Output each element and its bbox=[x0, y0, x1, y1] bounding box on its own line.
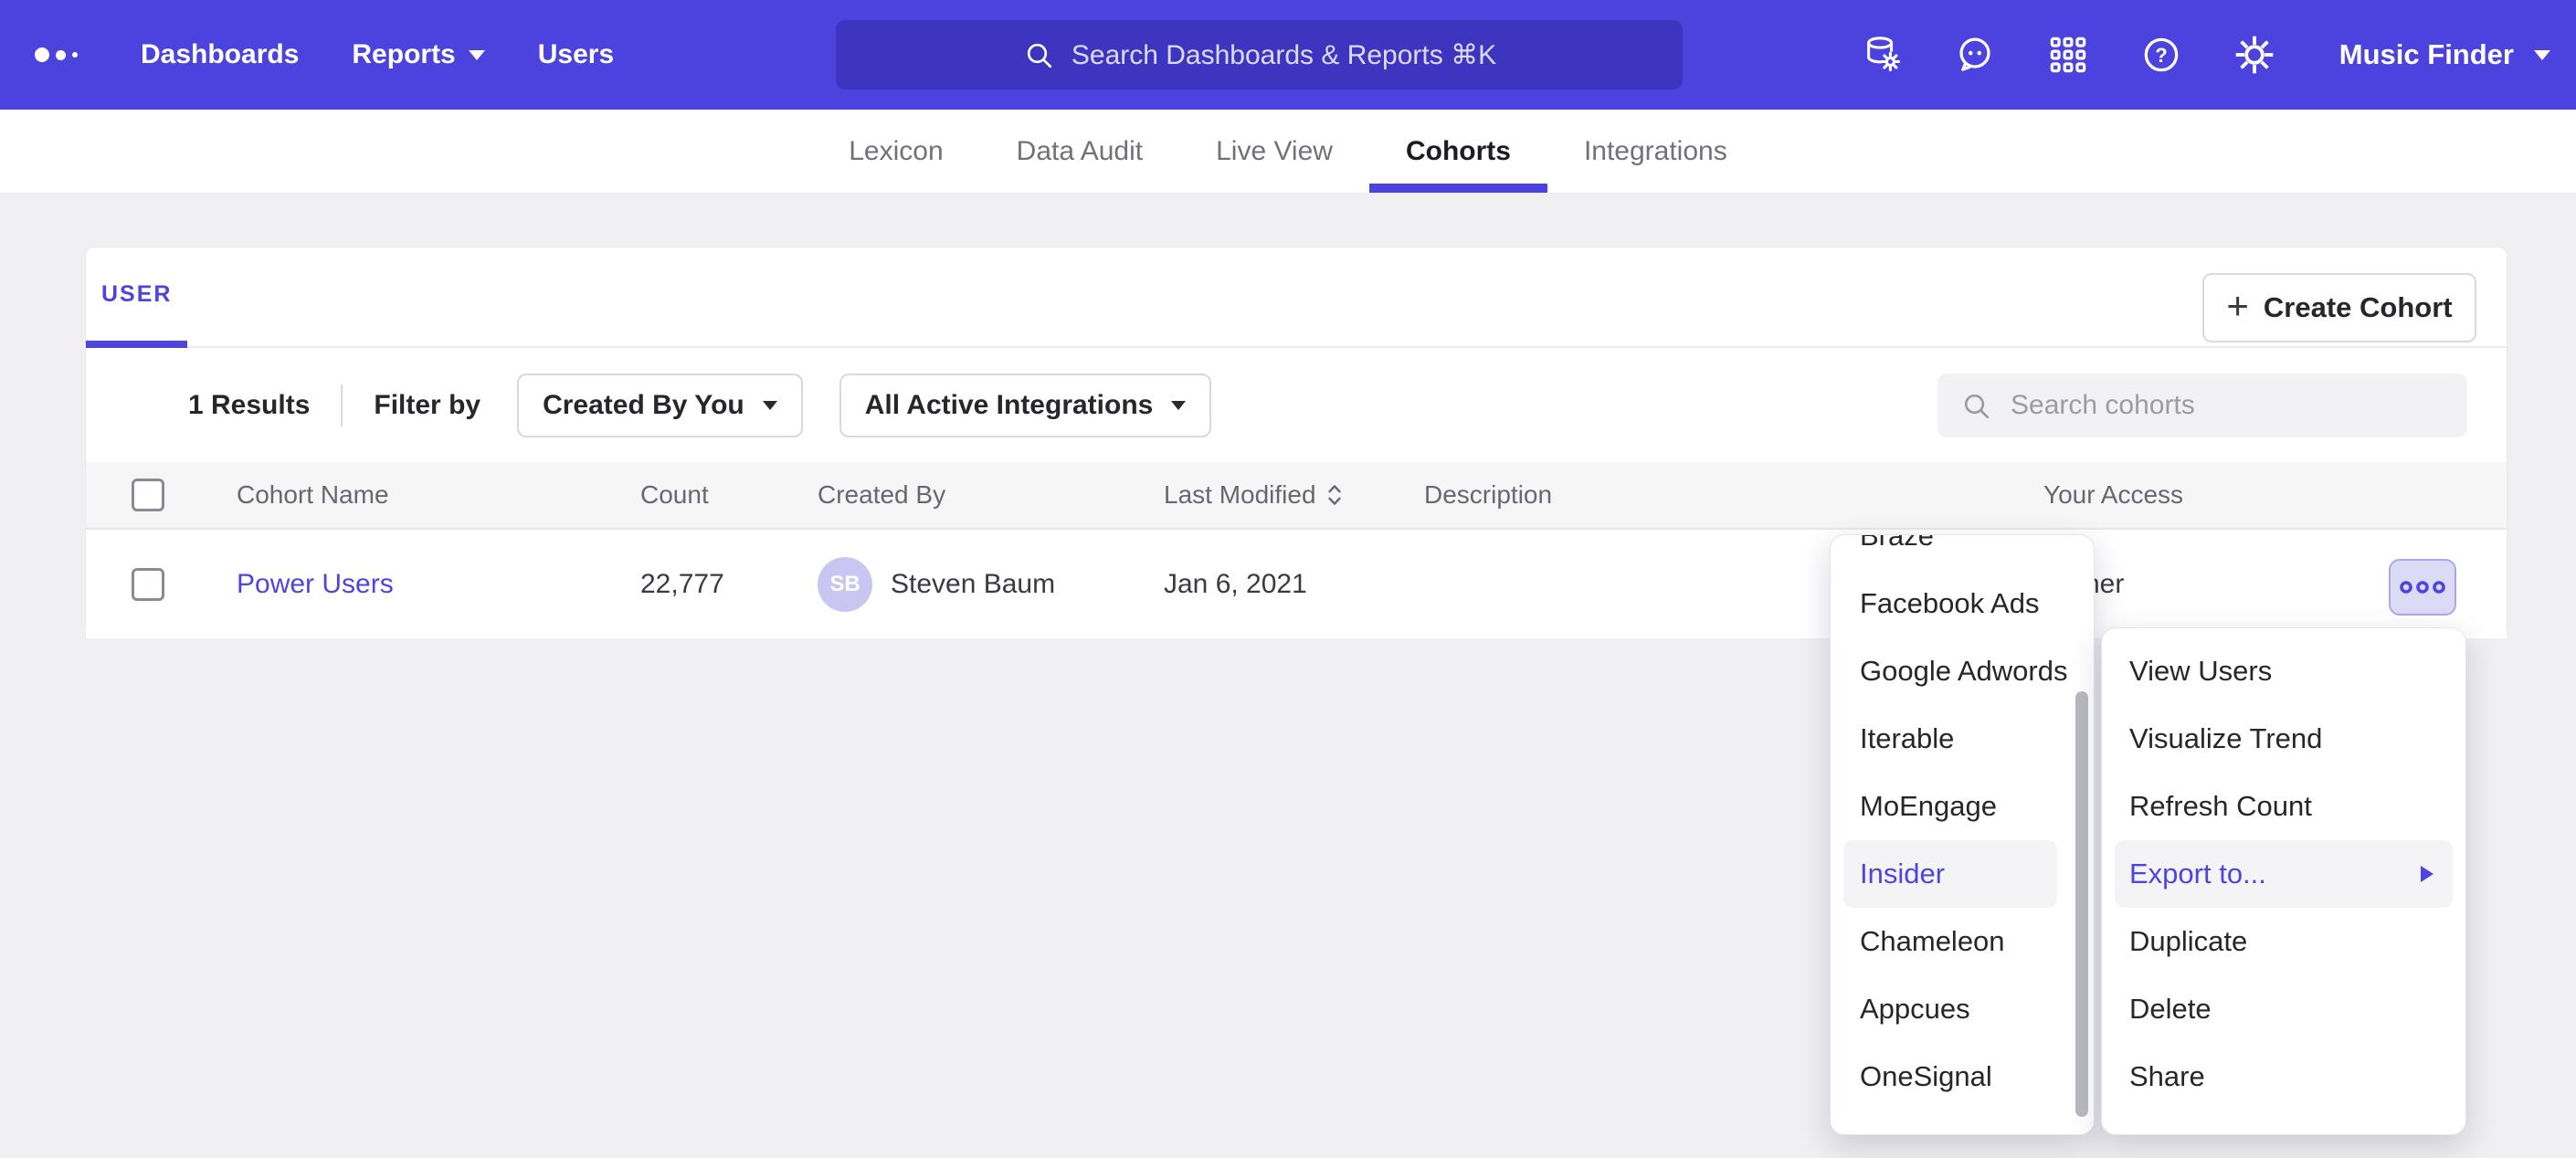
search-icon bbox=[1022, 38, 1055, 71]
nav-users[interactable]: Users bbox=[538, 39, 614, 70]
tab-integrations[interactable]: Integrations bbox=[1547, 110, 1764, 193]
integrations-filter-value: All Active Integrations bbox=[865, 390, 1154, 421]
nav-dashboards-label: Dashboards bbox=[141, 39, 299, 70]
cohort-actions-list: View Users Visualize Trend Refresh Count… bbox=[2102, 637, 2465, 1111]
project-name: Music Finder bbox=[2339, 38, 2514, 71]
plus-icon: + bbox=[2226, 287, 2249, 325]
nav-reports[interactable]: Reports bbox=[352, 39, 484, 70]
row-more-actions-button[interactable] bbox=[2389, 559, 2456, 616]
search-icon bbox=[1959, 389, 1992, 422]
cohorts-card: USER + Create Cohort 1 Results Filter by… bbox=[85, 247, 2507, 637]
col-description: Description bbox=[1424, 480, 2043, 510]
chevron-down-icon bbox=[2534, 50, 2550, 60]
help-icon[interactable]: ? bbox=[2140, 34, 2182, 76]
svg-text:?: ? bbox=[2155, 44, 2167, 67]
logo-dot-small bbox=[72, 52, 78, 58]
table-row: Power Users 22,777 SB Steven Baum Jan 6,… bbox=[86, 530, 2507, 638]
tab-live-view[interactable]: Live View bbox=[1179, 110, 1369, 193]
top-nav-actions: ? Music Finder bbox=[1861, 34, 2550, 76]
cohort-type-tabs: USER + Create Cohort bbox=[86, 247, 2507, 348]
menu-item-google-adwords[interactable]: Google Adwords bbox=[1831, 637, 2094, 705]
created-by-filter-value: Created By You bbox=[543, 390, 744, 421]
results-count: 1 Results bbox=[188, 390, 310, 421]
chevron-down-icon bbox=[469, 50, 485, 60]
chevron-down-icon bbox=[1171, 401, 1186, 410]
nav-users-label: Users bbox=[538, 39, 614, 70]
global-search-input[interactable]: Search Dashboards & Reports ⌘K bbox=[836, 20, 1683, 89]
last-modified-value: Jan 6, 2021 bbox=[1164, 569, 1424, 600]
select-all-checkbox[interactable] bbox=[132, 479, 164, 511]
primary-nav: Dashboards Reports Users bbox=[141, 39, 614, 70]
logo-dot-medium bbox=[56, 50, 66, 60]
section-tabs: Lexicon Data Audit Live View Cohorts Int… bbox=[0, 110, 2576, 194]
more-dots-icon bbox=[2394, 572, 2451, 603]
menu-item-onesignal[interactable]: OneSignal bbox=[1831, 1043, 2094, 1111]
divider bbox=[341, 384, 343, 426]
col-created-by: Created By bbox=[818, 480, 1164, 510]
integrations-filter-dropdown[interactable]: All Active Integrations bbox=[839, 374, 1212, 437]
project-switcher[interactable]: Music Finder bbox=[2339, 38, 2550, 71]
menu-item-facebook-ads[interactable]: Facebook Ads bbox=[1831, 570, 2094, 637]
tab-cohorts[interactable]: Cohorts bbox=[1369, 110, 1547, 193]
apps-grid-icon[interactable] bbox=[2047, 34, 2089, 76]
cohort-actions-menu: View Users Visualize Trend Refresh Count… bbox=[2101, 627, 2466, 1135]
menu-item-moengage[interactable]: MoEngage bbox=[1831, 773, 2094, 840]
logo-dot-large bbox=[35, 47, 49, 62]
col-last-modified-label: Last Modified bbox=[1164, 480, 1316, 510]
menu-item-chameleon[interactable]: Chameleon bbox=[1831, 908, 2094, 975]
cohort-count: 22,777 bbox=[640, 569, 704, 600]
table-header: Cohort Name Count Created By Last Modifi… bbox=[86, 462, 2507, 530]
create-cohort-label: Create Cohort bbox=[2264, 291, 2453, 324]
menu-item-refresh-count[interactable]: Refresh Count bbox=[2102, 773, 2465, 840]
sort-icon bbox=[1325, 481, 1344, 509]
tab-data-audit[interactable]: Data Audit bbox=[980, 110, 1179, 193]
create-cohort-button[interactable]: + Create Cohort bbox=[2202, 273, 2476, 342]
col-last-modified[interactable]: Last Modified bbox=[1164, 480, 1424, 510]
created-by-filter-dropdown[interactable]: Created By You bbox=[517, 374, 803, 437]
top-nav: Dashboards Reports Users Search Dashboar… bbox=[0, 0, 2576, 110]
avatar: SB bbox=[818, 557, 872, 612]
feedback-chat-icon[interactable] bbox=[1954, 34, 1996, 76]
nav-reports-label: Reports bbox=[352, 39, 455, 70]
col-count: Count bbox=[640, 480, 704, 510]
menu-item-duplicate[interactable]: Duplicate bbox=[2102, 908, 2465, 975]
cohort-name-link[interactable]: Power Users bbox=[237, 569, 394, 599]
search-cohorts-placeholder: Search cohorts bbox=[2011, 390, 2195, 421]
settings-gear-icon[interactable] bbox=[2233, 34, 2275, 76]
filter-by-label: Filter by bbox=[374, 390, 480, 421]
menu-item-iterable[interactable]: Iterable bbox=[1831, 705, 2094, 773]
tab-user-cohorts[interactable]: USER bbox=[86, 247, 187, 348]
submenu-arrow-icon bbox=[2421, 866, 2433, 882]
submenu-scrollbar[interactable] bbox=[2075, 691, 2088, 1117]
col-your-access: Your Access bbox=[2043, 480, 2507, 510]
col-cohort-name: Cohort Name bbox=[237, 480, 640, 510]
menu-item-view-users[interactable]: View Users bbox=[2102, 637, 2465, 705]
row-checkbox[interactable] bbox=[132, 568, 164, 601]
menu-item-visualize-trend[interactable]: Visualize Trend bbox=[2102, 705, 2465, 773]
menu-item-insider[interactable]: Insider bbox=[1843, 840, 2057, 908]
search-cohorts-input[interactable]: Search cohorts bbox=[1937, 374, 2467, 437]
menu-item-delete[interactable]: Delete bbox=[2102, 975, 2465, 1043]
nav-dashboards[interactable]: Dashboards bbox=[141, 39, 299, 70]
menu-item-appcues[interactable]: Appcues bbox=[1831, 975, 2094, 1043]
menu-item-export-to[interactable]: Export to... bbox=[2115, 840, 2453, 908]
chevron-down-icon bbox=[763, 401, 777, 410]
tab-lexicon[interactable]: Lexicon bbox=[812, 110, 979, 193]
created-by-name: Steven Baum bbox=[891, 569, 1055, 600]
created-by-cell: SB Steven Baum bbox=[818, 557, 1164, 612]
global-search-placeholder: Search Dashboards & Reports ⌘K bbox=[1072, 39, 1496, 71]
menu-item-share[interactable]: Share bbox=[2102, 1043, 2465, 1111]
export-destinations-list: Braze Facebook Ads Google Adwords Iterab… bbox=[1831, 534, 2094, 1111]
export-to-label: Export to... bbox=[2129, 858, 2266, 890]
menu-item-braze[interactable]: Braze bbox=[1831, 534, 2094, 570]
export-destinations-menu: Braze Facebook Ads Google Adwords Iterab… bbox=[1830, 534, 2095, 1135]
mixpanel-logo[interactable] bbox=[35, 47, 90, 62]
data-management-icon[interactable] bbox=[1861, 34, 1903, 76]
filter-toolbar: 1 Results Filter by Created By You All A… bbox=[86, 348, 2507, 462]
